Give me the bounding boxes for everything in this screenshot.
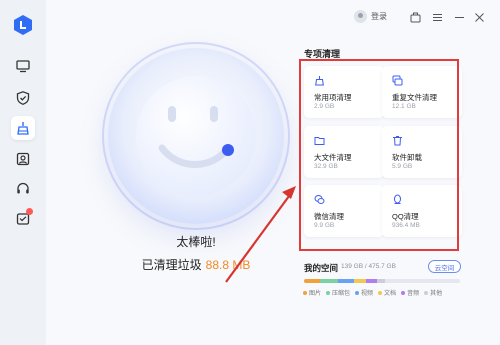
cleaned-label: 已清理垃圾 [141,258,202,272]
notification-badge [26,208,33,215]
app-logo-icon [14,15,32,35]
legend-item: 图片 [303,288,321,297]
broom-icon [17,122,29,135]
legend-item: 文档 [378,288,396,297]
menu-icon[interactable] [432,12,443,23]
mascot [102,42,290,230]
briefcase-icon[interactable] [410,12,421,23]
sidebar-item-messages[interactable] [11,207,35,231]
main-panel: 登录 太棒啦! 已清理垃圾 88.8 MB 专项清理 常用项清理 2.9 GB … [46,0,500,345]
login-label: 登录 [371,12,387,21]
sidebar-item-support[interactable] [11,177,35,201]
usage-segment-3 [353,279,367,283]
legend-dot [326,290,331,295]
toolbox-icon [16,152,30,166]
sidebar-item-toolbox[interactable] [11,147,35,171]
usage-segment-2 [338,279,354,283]
title-bar: 登录 [46,0,500,36]
highlight-frame [299,59,459,251]
legend-dot [303,290,307,295]
legend-label: 压缩包 [332,291,351,297]
legend-item: 音频 [401,288,419,297]
headset-icon [17,182,29,194]
legend-dot [378,290,383,295]
space-title: 我的空间 [304,263,339,273]
usage-segment-1 [319,279,339,283]
status-title: 太棒啦! [176,235,216,249]
legend-item: 压缩包 [326,288,350,297]
legend-label: 文档 [384,291,397,297]
usage-segment-0 [304,279,320,283]
legend-item: 视频 [355,288,373,297]
cloud-space-button[interactable]: 云空间 [428,260,461,273]
usage-segment-4 [366,279,378,283]
legend-label: 其他 [430,291,443,297]
legend-label: 图片 [309,291,322,297]
storage-usage-bar [304,279,460,283]
login-button[interactable]: 登录 [354,10,387,23]
sidebar-item-security[interactable] [11,86,35,110]
sidebar [0,0,46,345]
minimize-icon[interactable] [454,12,465,23]
space-usage: 139 GB / 475.7 GB [341,263,396,270]
legend-item: 其他 [424,288,442,297]
close-icon[interactable] [474,12,485,23]
legend-dot [424,290,429,295]
storage-legend: 图片 压缩包 视频 文档 音频 其他 [303,288,447,297]
legend-label: 视频 [361,291,374,297]
usage-segment-5 [377,279,386,283]
cleaned-summary: 已清理垃圾 88.8 MB [86,256,306,273]
monitor-icon [16,60,30,73]
sidebar-item-computer[interactable] [11,54,35,78]
avatar [354,10,367,23]
shield-check-icon [16,91,30,105]
legend-dot [401,290,406,295]
cleaned-amount: 88.8 MB [205,258,251,272]
smiley-face-icon [136,76,256,196]
sidebar-item-clean[interactable] [11,116,35,140]
legend-dot [355,290,360,295]
legend-label: 音频 [407,291,420,297]
